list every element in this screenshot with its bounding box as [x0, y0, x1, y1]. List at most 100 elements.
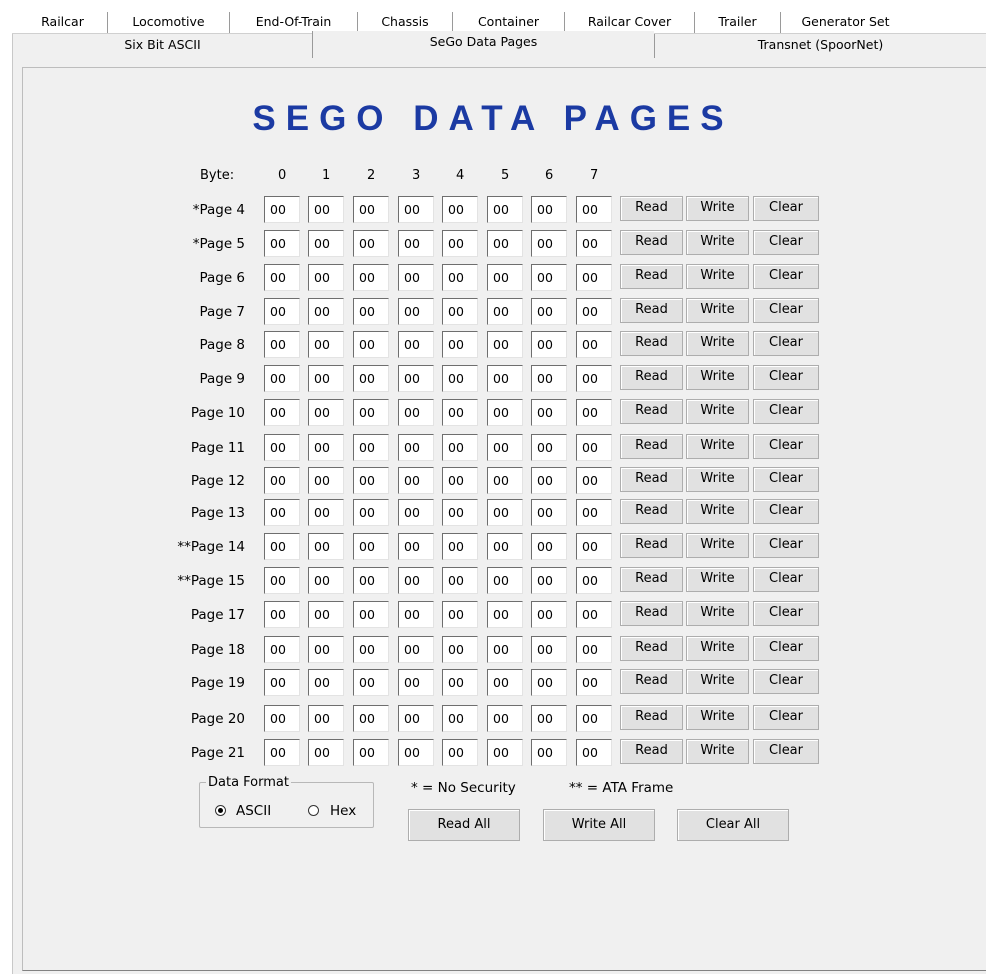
byte-input[interactable]: 00	[308, 467, 344, 494]
write-page-button[interactable]: Write	[686, 636, 749, 661]
write-page-button[interactable]: Write	[686, 567, 749, 592]
byte-input[interactable]: 00	[576, 365, 612, 392]
read-page-button[interactable]: Read	[620, 533, 683, 558]
clear-page-button[interactable]: Clear	[753, 636, 819, 661]
byte-input[interactable]: 00	[398, 434, 434, 461]
read-page-button[interactable]: Read	[620, 399, 683, 424]
byte-input[interactable]: 00	[264, 399, 300, 426]
byte-input[interactable]: 00	[487, 533, 523, 560]
byte-input[interactable]: 00	[442, 230, 478, 257]
byte-input[interactable]: 00	[398, 567, 434, 594]
read-all-button[interactable]: Read All	[408, 809, 520, 841]
byte-input[interactable]: 00	[353, 399, 389, 426]
byte-input[interactable]: 00	[398, 669, 434, 696]
byte-input[interactable]: 00	[398, 601, 434, 628]
read-page-button[interactable]: Read	[620, 636, 683, 661]
clear-page-button[interactable]: Clear	[753, 499, 819, 524]
clear-page-button[interactable]: Clear	[753, 399, 819, 424]
byte-input[interactable]: 00	[308, 533, 344, 560]
byte-input[interactable]: 00	[308, 399, 344, 426]
tab-chassis[interactable]: Chassis	[357, 12, 452, 33]
byte-input[interactable]: 00	[264, 499, 300, 526]
clear-page-button[interactable]: Clear	[753, 264, 819, 289]
byte-input[interactable]: 00	[398, 331, 434, 358]
byte-input[interactable]: 00	[353, 499, 389, 526]
byte-input[interactable]: 00	[576, 399, 612, 426]
byte-input[interactable]: 00	[264, 669, 300, 696]
hex-radio[interactable]	[308, 805, 319, 816]
clear-page-button[interactable]: Clear	[753, 601, 819, 626]
read-page-button[interactable]: Read	[620, 669, 683, 694]
byte-input[interactable]: 00	[487, 669, 523, 696]
clear-page-button[interactable]: Clear	[753, 434, 819, 459]
byte-input[interactable]: 00	[442, 636, 478, 663]
byte-input[interactable]: 00	[531, 705, 567, 732]
byte-input[interactable]: 00	[442, 739, 478, 766]
byte-input[interactable]: 00	[398, 533, 434, 560]
byte-input[interactable]: 00	[398, 365, 434, 392]
byte-input[interactable]: 00	[308, 739, 344, 766]
byte-input[interactable]: 00	[531, 434, 567, 461]
byte-input[interactable]: 00	[531, 230, 567, 257]
byte-input[interactable]: 00	[487, 230, 523, 257]
byte-input[interactable]: 00	[531, 567, 567, 594]
byte-input[interactable]: 00	[531, 499, 567, 526]
byte-input[interactable]: 00	[353, 298, 389, 325]
byte-input[interactable]: 00	[442, 399, 478, 426]
byte-input[interactable]: 00	[576, 739, 612, 766]
byte-input[interactable]: 00	[353, 567, 389, 594]
byte-input[interactable]: 00	[398, 636, 434, 663]
byte-input[interactable]: 00	[398, 230, 434, 257]
byte-input[interactable]: 00	[576, 499, 612, 526]
byte-input[interactable]: 00	[531, 399, 567, 426]
byte-input[interactable]: 00	[442, 601, 478, 628]
byte-input[interactable]: 00	[398, 705, 434, 732]
write-page-button[interactable]: Write	[686, 196, 749, 221]
byte-input[interactable]: 00	[576, 533, 612, 560]
clear-page-button[interactable]: Clear	[753, 567, 819, 592]
byte-input[interactable]: 00	[264, 230, 300, 257]
byte-input[interactable]: 00	[264, 467, 300, 494]
clear-all-button[interactable]: Clear All	[677, 809, 789, 841]
byte-input[interactable]: 00	[487, 636, 523, 663]
tab-railcar-cover[interactable]: Railcar Cover	[564, 12, 694, 33]
write-page-button[interactable]: Write	[686, 264, 749, 289]
byte-input[interactable]: 00	[264, 365, 300, 392]
byte-input[interactable]: 00	[308, 636, 344, 663]
hex-radio-label[interactable]: Hex	[330, 803, 356, 819]
byte-input[interactable]: 00	[576, 298, 612, 325]
byte-input[interactable]: 00	[308, 669, 344, 696]
clear-page-button[interactable]: Clear	[753, 533, 819, 558]
byte-input[interactable]: 00	[353, 601, 389, 628]
byte-input[interactable]: 00	[398, 739, 434, 766]
byte-input[interactable]: 00	[353, 230, 389, 257]
byte-input[interactable]: 00	[487, 499, 523, 526]
write-page-button[interactable]: Write	[686, 365, 749, 390]
write-page-button[interactable]: Write	[686, 434, 749, 459]
read-page-button[interactable]: Read	[620, 434, 683, 459]
read-page-button[interactable]: Read	[620, 705, 683, 730]
read-page-button[interactable]: Read	[620, 196, 683, 221]
byte-input[interactable]: 00	[442, 365, 478, 392]
tab-container[interactable]: Container	[452, 12, 564, 33]
clear-page-button[interactable]: Clear	[753, 705, 819, 730]
byte-input[interactable]: 00	[531, 636, 567, 663]
clear-page-button[interactable]: Clear	[753, 196, 819, 221]
byte-input[interactable]: 00	[353, 196, 389, 223]
byte-input[interactable]: 00	[442, 196, 478, 223]
byte-input[interactable]: 00	[442, 567, 478, 594]
byte-input[interactable]: 00	[576, 264, 612, 291]
byte-input[interactable]: 00	[308, 230, 344, 257]
byte-input[interactable]: 00	[398, 264, 434, 291]
byte-input[interactable]: 00	[308, 264, 344, 291]
byte-input[interactable]: 00	[264, 264, 300, 291]
byte-input[interactable]: 00	[487, 331, 523, 358]
byte-input[interactable]: 00	[442, 298, 478, 325]
tab-generator-set[interactable]: Generator Set	[780, 12, 910, 33]
write-page-button[interactable]: Write	[686, 601, 749, 626]
byte-input[interactable]: 00	[576, 467, 612, 494]
write-page-button[interactable]: Write	[686, 399, 749, 424]
byte-input[interactable]: 00	[353, 434, 389, 461]
read-page-button[interactable]: Read	[620, 467, 683, 492]
clear-page-button[interactable]: Clear	[753, 365, 819, 390]
